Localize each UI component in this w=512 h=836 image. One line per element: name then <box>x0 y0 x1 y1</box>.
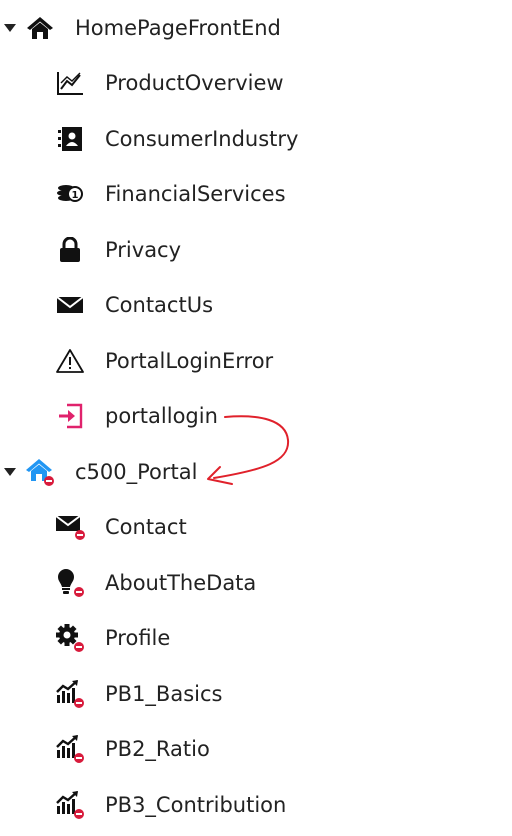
tree-item-label: PB3_Contribution <box>105 793 287 817</box>
tree-item-label: FinancialServices <box>105 182 286 206</box>
tree-item-label: PB2_Ratio <box>105 737 210 761</box>
tree-item-label: Profile <box>105 626 171 650</box>
tree-item-consumerindustry[interactable]: ConsumerIndustry <box>0 119 512 159</box>
svg-text:1: 1 <box>72 190 79 201</box>
tree-group-label: HomePageFrontEnd <box>75 16 281 40</box>
lock-icon <box>55 235 85 265</box>
tree-item-label: Privacy <box>105 238 182 262</box>
envelope-icon <box>55 290 85 320</box>
tree-item-label: ProductOverview <box>105 71 284 95</box>
warning-icon <box>55 346 85 376</box>
tree-item-profile[interactable]: Profile <box>0 618 512 658</box>
tree-item-pb1-basics[interactable]: PB1_Basics <box>0 674 512 714</box>
tree-item-label: PortalLoginError <box>105 349 274 373</box>
chart-restricted-icon <box>55 734 85 764</box>
home-restricted-icon <box>25 457 55 487</box>
caret-down-icon[interactable] <box>3 21 17 35</box>
tree-item-portallogin[interactable]: portallogin <box>0 396 512 436</box>
tree-item-label: ConsumerIndustry <box>105 127 299 151</box>
tree-item-contactus[interactable]: ContactUs <box>0 285 512 325</box>
tree-item-label: AboutTheData <box>105 571 257 595</box>
gear-restricted-icon <box>55 623 85 653</box>
tree-group-label: c500_Portal <box>75 460 198 484</box>
tree-group-c500-portal[interactable]: c500_Portal <box>0 452 512 492</box>
home-icon <box>25 13 55 43</box>
tree-item-label: PB1_Basics <box>105 682 223 706</box>
tree-item-productoverview[interactable]: ProductOverview <box>0 63 512 103</box>
tree-item-label: Contact <box>105 515 187 539</box>
tree-item-privacy[interactable]: Privacy <box>0 230 512 270</box>
tree-item-label: ContactUs <box>105 293 214 317</box>
tree-item-financialservices[interactable]: 1 FinancialServices <box>0 174 512 214</box>
tree-item-aboutthedata[interactable]: AboutTheData <box>0 563 512 603</box>
tree-group-homepagefrontend[interactable]: HomePageFrontEnd <box>0 8 512 48</box>
coins-icon: 1 <box>55 179 85 209</box>
tree-item-pb3-contribution[interactable]: PB3_Contribution <box>0 785 512 825</box>
sign-in-icon <box>55 401 85 431</box>
tree-item-portalloginerror[interactable]: PortalLoginError <box>0 341 512 381</box>
chart-restricted-icon <box>55 790 85 820</box>
caret-down-icon[interactable] <box>3 465 17 479</box>
tree-item-label: portallogin <box>105 404 218 428</box>
address-book-icon <box>55 124 85 154</box>
envelope-restricted-icon <box>55 512 85 542</box>
chart-restricted-icon <box>55 679 85 709</box>
tree-item-pb2-ratio[interactable]: PB2_Ratio <box>0 729 512 769</box>
chart-line-icon <box>55 68 85 98</box>
tree-item-contact[interactable]: Contact <box>0 507 512 547</box>
lightbulb-restricted-icon <box>55 568 85 598</box>
